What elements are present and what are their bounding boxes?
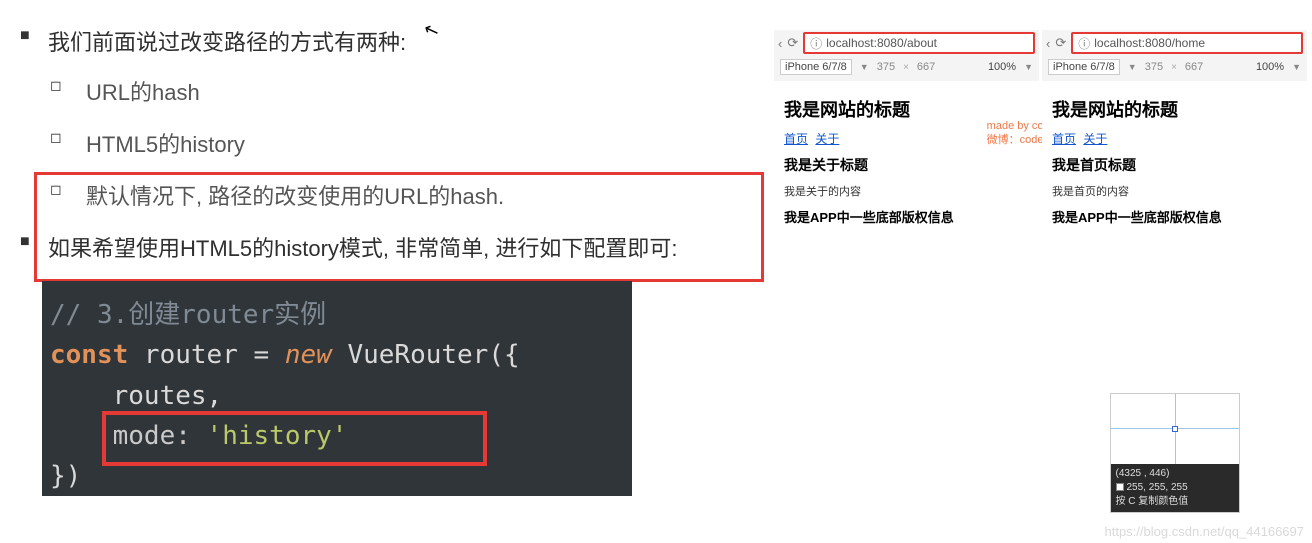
nav-links: 首页 关于 xyxy=(1052,130,1297,147)
section-title: 我是首页标题 xyxy=(1052,155,1297,175)
dim-width: 375 xyxy=(1145,61,1163,73)
sub-html5-history: HTML5的history xyxy=(48,127,769,159)
code-comment: // 3.创建router实例 xyxy=(50,300,326,330)
info-icon: ⓘ xyxy=(810,35,822,52)
devtools-color-popover: (4325 , 446) 255, 255, 255 按 C 复制颜色值 xyxy=(1110,393,1240,513)
reload-icon[interactable]: ⟳ xyxy=(787,35,798,51)
dim-width: 375 xyxy=(877,61,895,73)
info-icon: ⓘ xyxy=(1078,35,1090,52)
code-class: VueRouter({ xyxy=(332,340,520,370)
copy-hint: 按 C 复制颜色值 xyxy=(1116,495,1234,509)
section-content: 我是关于的内容 xyxy=(784,183,1029,199)
link-about[interactable]: 关于 xyxy=(815,132,839,146)
chevron-down-icon: ▼ xyxy=(1292,62,1301,72)
code-routes: routes, xyxy=(50,381,222,411)
sub-url-hash: URL的hash xyxy=(48,75,769,107)
dim-height: 667 xyxy=(917,61,935,73)
sub-default-hash: 默认情况下, 路径的改变使用的URL的hash. xyxy=(48,179,769,211)
rgb-value: 255, 255, 255 xyxy=(1127,482,1188,493)
code-mode-prop: mode: xyxy=(50,421,207,451)
page-body-about: 我是网站的标题 首页 关于 我是关于标题 我是关于的内容 我是APP中一些底部版… xyxy=(774,81,1039,543)
reload-icon[interactable]: ⟳ xyxy=(1055,35,1066,51)
browser-previews: ‹ ⟳ ⓘ localhost:8080/about iPhone 6/7/8 … xyxy=(769,0,1312,543)
footer-text: 我是APP中一些底部版权信息 xyxy=(784,207,1029,226)
site-title: 我是网站的标题 xyxy=(1052,96,1297,122)
bullet-config: 如果希望使用HTML5的history模式, 非常简单, 进行如下配置即可: xyxy=(20,231,769,263)
address-bar[interactable]: ⓘ localhost:8080/about xyxy=(803,32,1035,54)
bullet-intro-text: 我们前面说过改变路径的方式有两种: xyxy=(48,30,406,55)
chevron-down-icon: ▼ xyxy=(1024,62,1033,72)
csdn-watermark: https://blog.csdn.net/qq_44166697 xyxy=(1105,524,1305,539)
device-toolbar[interactable]: iPhone 6/7/8 ▼ 375 × 667 100% ▼ xyxy=(774,56,1039,78)
dim-x-icon: × xyxy=(1171,62,1177,73)
device-toolbar[interactable]: iPhone 6/7/8 ▼ 375 × 667 100% ▼ xyxy=(1042,56,1307,78)
color-picker-grid[interactable] xyxy=(1111,394,1239,464)
dim-height: 667 xyxy=(1185,61,1203,73)
pointer-coords: (4325 , 446) xyxy=(1116,467,1234,481)
section-title: 我是关于标题 xyxy=(784,155,1029,175)
code-kw-const: const xyxy=(50,340,128,370)
link-home[interactable]: 首页 xyxy=(784,132,808,146)
zoom-value[interactable]: 100% xyxy=(1256,61,1284,73)
device-name[interactable]: iPhone 6/7/8 xyxy=(780,59,852,75)
site-title: 我是网站的标题 xyxy=(784,96,1029,122)
code-ident: router = xyxy=(128,340,285,370)
chevron-down-icon: ▼ xyxy=(1128,62,1137,72)
code-snippet: // 3.创建router实例 const router = new VueRo… xyxy=(42,281,632,496)
footer-text: 我是APP中一些底部版权信息 xyxy=(1052,207,1297,226)
nav-back-icon[interactable]: ‹ xyxy=(1046,36,1050,51)
dim-x-icon: × xyxy=(903,62,909,73)
device-name[interactable]: iPhone 6/7/8 xyxy=(1048,59,1120,75)
address-bar[interactable]: ⓘ localhost:8080/home xyxy=(1071,32,1303,54)
code-kw-new: new xyxy=(285,340,332,370)
color-swatch-icon xyxy=(1116,483,1124,491)
code-close: }) xyxy=(50,461,81,491)
code-mode-value: 'history' xyxy=(207,421,348,451)
link-home[interactable]: 首页 xyxy=(1052,132,1076,146)
url-text: localhost:8080/about xyxy=(826,36,937,50)
nav-back-icon[interactable]: ‹ xyxy=(778,36,782,51)
chevron-down-icon: ▼ xyxy=(860,62,869,72)
color-picker-dot-icon xyxy=(1172,426,1178,432)
nav-links: 首页 关于 xyxy=(784,130,1029,147)
explanation-panel: ↖ 我们前面说过改变路径的方式有两种: URL的hash HTML5的histo… xyxy=(0,0,769,543)
browser-preview-home: ‹ ⟳ ⓘ localhost:8080/home iPhone 6/7/8 ▼… xyxy=(1042,30,1307,543)
link-about[interactable]: 关于 xyxy=(1083,132,1107,146)
bullet-intro: 我们前面说过改变路径的方式有两种: URL的hash HTML5的history… xyxy=(20,25,769,211)
page-body-home: 我是网站的标题 首页 关于 我是首页标题 我是首页的内容 我是APP中一些底部版… xyxy=(1042,81,1307,543)
url-text: localhost:8080/home xyxy=(1094,36,1205,50)
section-content: 我是首页的内容 xyxy=(1052,183,1297,199)
zoom-value[interactable]: 100% xyxy=(988,61,1016,73)
browser-preview-about: ‹ ⟳ ⓘ localhost:8080/about iPhone 6/7/8 … xyxy=(774,30,1039,543)
